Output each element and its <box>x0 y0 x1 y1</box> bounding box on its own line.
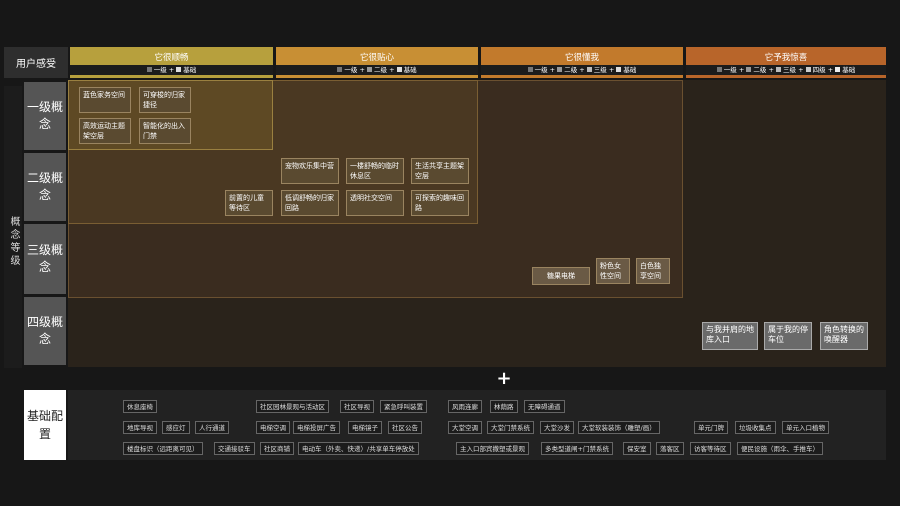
base-item: 风雨连廊 <box>448 400 482 413</box>
level-label-4: 四级概念 <box>24 297 66 365</box>
base-item: 大堂门禁系统 <box>487 421 534 434</box>
base-item: 便民设施（雨伞、手推车） <box>737 442 823 455</box>
column-title: 它很顺畅 <box>154 53 189 63</box>
concept-item: 可探索的趣味回路 <box>411 190 469 216</box>
concept-item: 白色独享空间 <box>636 258 670 284</box>
concept-item: 糖果电梯 <box>532 267 590 285</box>
base-item: 人行通道 <box>195 421 229 434</box>
base-item: 社区公告 <box>388 421 422 434</box>
column-header-2: 它很贴心 一级 + 二级 + 基础 <box>276 47 478 78</box>
base-item: 主入口部宾撒塑或景观 <box>456 442 529 455</box>
concept-item: 角色转换的唤醒器 <box>820 322 868 350</box>
concept-item: 智能化的出入门禁 <box>139 118 191 144</box>
concept-item: 一楼舒畅的临时休息区 <box>346 158 404 184</box>
concept-item: 蓝色家务空间 <box>79 87 131 113</box>
concept-item: 宠物欢乐集中营 <box>281 158 339 184</box>
base-item: 电梯空调 <box>256 421 290 434</box>
base-item: 保安室 <box>623 442 651 455</box>
base-item: 社区导视 <box>340 400 374 413</box>
row-header: 用户感受 <box>4 47 68 78</box>
base-item: 垃圾收集点 <box>735 421 776 434</box>
column-title: 它予我惊喜 <box>764 53 808 63</box>
base-item: 社区商铺 <box>260 442 294 455</box>
concept-item: 生活共享主题架空层 <box>411 158 469 184</box>
base-item: 林荫路 <box>490 400 518 413</box>
column-header-1: 它很顺畅 一级 + 基础 <box>70 47 273 78</box>
base-item: 感应灯 <box>162 421 190 434</box>
base-item: 落客区 <box>656 442 684 455</box>
base-item: 访客等待区 <box>690 442 731 455</box>
base-item: 交通接驳车 <box>214 442 255 455</box>
concept-item: 与我并肩的地库入口 <box>702 322 758 350</box>
base-item: 电动车（外卖、快递）/共享单车停放处 <box>298 442 419 455</box>
base-item: 单元入口植物 <box>782 421 829 434</box>
level-label-1: 一级概念 <box>24 82 66 150</box>
level-label-2: 二级概念 <box>24 153 66 221</box>
concept-item: 粉色女性空间 <box>596 258 630 284</box>
column-title: 它很贴心 <box>359 53 394 63</box>
base-item: 大堂软装装饰（雕塑/画） <box>578 421 660 434</box>
concept-item: 透明社交空间 <box>346 190 404 216</box>
base-item: 地库导视 <box>123 421 157 434</box>
base-item: 单元门牌 <box>694 421 728 434</box>
base-config-label: 基础配置 <box>24 390 66 460</box>
base-item: 社区园林景观与活动区 <box>256 400 329 413</box>
base-item: 多类型道闸+门禁系统 <box>541 442 613 455</box>
base-item: 电梯镜子 <box>348 421 382 434</box>
base-item: 大堂空调 <box>448 421 482 434</box>
concept-item: 高效运动主题架空层 <box>79 118 131 144</box>
base-item: 大堂沙发 <box>540 421 574 434</box>
base-item: 楼盘标识（远距离可见） <box>123 442 203 455</box>
concept-item: 前置的儿童等待区 <box>225 190 273 216</box>
concept-item: 低调舒畅的归家回路 <box>281 190 339 216</box>
base-item: 紧急呼叫装置 <box>380 400 427 413</box>
concept-item: 可穿梭的归家捷径 <box>139 87 191 113</box>
concept-item: 属于我的停车位 <box>764 322 812 350</box>
side-label: 概念等级 <box>4 86 22 368</box>
column-title: 它很懂我 <box>564 53 599 63</box>
plus-icon: + <box>496 368 512 389</box>
base-item: 休息座椅 <box>123 400 157 413</box>
base-item: 无障碍通道 <box>524 400 565 413</box>
column-header-3: 它很懂我 一级 + 二级 + 三级 + 基础 <box>481 47 683 78</box>
level-label-3: 三级概念 <box>24 224 66 294</box>
column-header-4: 它予我惊喜 一级 + 二级 + 三级 + 四级 + 基础 <box>686 47 886 78</box>
base-item: 电梯投屏广告 <box>293 421 340 434</box>
